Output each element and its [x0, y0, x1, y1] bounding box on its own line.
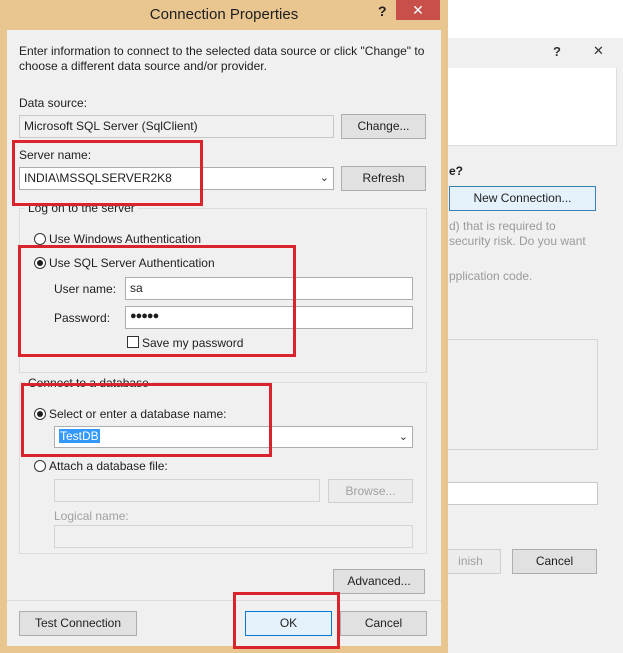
intro-text: Enter information to connect to the sele… — [19, 44, 425, 73]
refresh-button[interactable]: Refresh — [341, 166, 426, 191]
background-question-text: e? — [449, 164, 464, 178]
chevron-down-icon[interactable]: ⌄ — [399, 430, 408, 443]
sql-auth-highlight-box — [18, 245, 296, 357]
browse-button[interactable]: Browse... — [328, 479, 413, 503]
background-finish-button[interactable]: inish — [440, 549, 501, 574]
background-text-line2: security risk. Do you want — [449, 234, 586, 248]
test-connection-button[interactable]: Test Connection — [19, 611, 137, 636]
cancel-button[interactable]: Cancel — [340, 611, 427, 636]
background-text-line3: pplication code. — [449, 269, 533, 283]
advanced-button[interactable]: Advanced... — [333, 569, 425, 594]
attach-database-radio[interactable] — [34, 460, 46, 472]
attach-file-input[interactable] — [54, 479, 320, 502]
data-source-field: Microsoft SQL Server (SqlClient) — [19, 115, 334, 138]
chevron-down-icon[interactable]: ⌄ — [320, 171, 329, 184]
background-cancel-button[interactable]: Cancel — [512, 549, 597, 574]
background-close-button[interactable]: ✕ — [593, 43, 604, 59]
data-source-label: Data source: — [19, 96, 88, 110]
footer-divider — [7, 600, 441, 601]
close-button[interactable]: ✕ — [396, 0, 440, 20]
logical-name-label: Logical name: — [54, 509, 129, 523]
background-connection-string-box — [447, 339, 598, 450]
windows-auth-label[interactable]: Use Windows Authentication — [49, 232, 201, 246]
background-dialog-header-panel — [447, 68, 617, 146]
windows-auth-radio[interactable] — [34, 233, 46, 245]
attach-database-label[interactable]: Attach a database file: — [49, 459, 168, 473]
background-help-button[interactable]: ? — [553, 44, 561, 59]
background-text-line1: d) that is required to — [449, 219, 556, 233]
background-textbox — [447, 482, 598, 505]
database-highlight-box — [21, 383, 272, 457]
server-name-highlight-box — [12, 140, 203, 206]
logical-name-input[interactable] — [54, 525, 413, 548]
title-bar: Connection Properties ? ✕ — [0, 0, 448, 30]
change-button[interactable]: Change... — [341, 114, 426, 139]
ok-highlight-box — [233, 592, 340, 649]
new-connection-button[interactable]: New Connection... — [449, 186, 596, 211]
help-button[interactable]: ? — [378, 3, 387, 19]
